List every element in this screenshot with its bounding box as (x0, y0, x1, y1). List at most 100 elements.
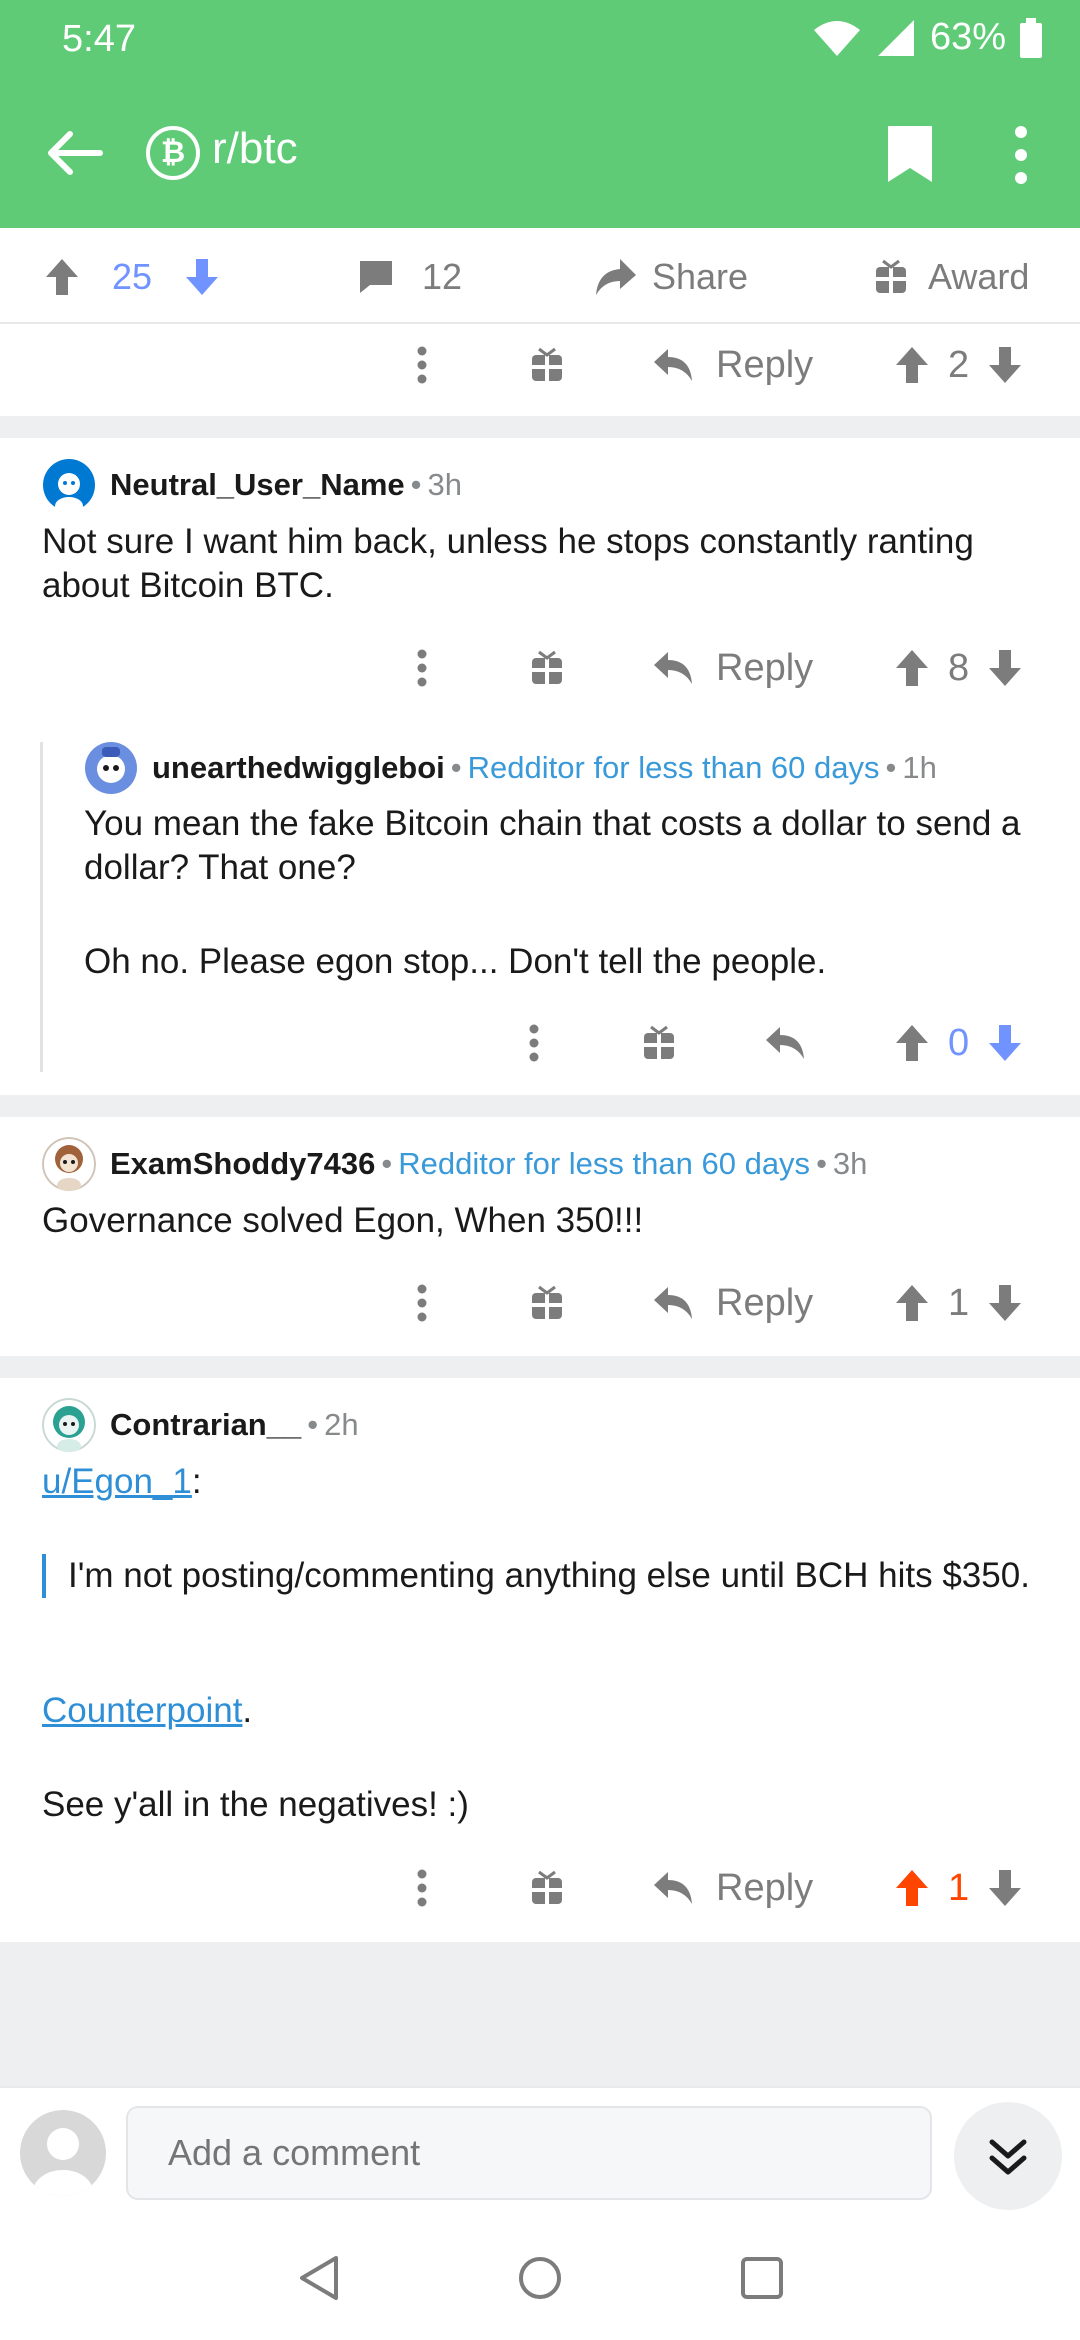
more-vert-icon (529, 1024, 539, 1062)
comment-actions: Reply 1 (0, 1273, 1080, 1333)
comment-award-button[interactable] (642, 1013, 676, 1073)
vote-control: 1 (894, 1858, 1023, 1918)
reply-icon (654, 349, 692, 381)
downvote-icon[interactable] (987, 1283, 1023, 1323)
comment-award-button[interactable] (530, 335, 564, 395)
gift-icon (532, 650, 562, 684)
comment-award-button[interactable] (530, 638, 564, 698)
downvote-icon[interactable] (184, 257, 220, 297)
comment-award-button[interactable] (530, 1858, 564, 1918)
comment-quote: I'm not posting/commenting anything else… (42, 1554, 1042, 1598)
reply-icon (654, 1287, 692, 1319)
comment-author[interactable]: Neutral_User_Name (110, 467, 405, 503)
downvote-icon[interactable] (987, 345, 1023, 385)
reply-button[interactable]: Reply (652, 1858, 813, 1918)
comment-more-button[interactable] (408, 335, 436, 395)
signal-icon (877, 19, 914, 56)
vote-control: 1 (894, 1273, 1023, 1333)
more-vert-icon (417, 346, 427, 384)
separator-dot: • (381, 1146, 393, 1181)
share-button[interactable]: Share (594, 252, 748, 302)
comment-actions: Reply 2 (0, 335, 1080, 395)
nav-back-icon[interactable] (296, 2254, 344, 2302)
comment-more-button[interactable] (408, 1273, 436, 1333)
comment-author[interactable]: unearthedwiggleboi (152, 750, 445, 786)
bookmark-icon[interactable] (884, 124, 936, 184)
jump-down-button[interactable] (954, 2102, 1062, 2210)
comment-more-button[interactable] (408, 1858, 436, 1918)
share-label: Share (652, 256, 749, 297)
upvote-icon[interactable] (894, 648, 930, 688)
award-label: Award (928, 256, 1030, 297)
downvote-icon[interactable] (987, 1868, 1023, 1908)
avatar-icon[interactable] (42, 1137, 96, 1191)
comment-body: Not sure I want him back, unless he stop… (42, 522, 974, 605)
double-chevron-down-icon (989, 2139, 1027, 2175)
comment-count: 12 (422, 256, 463, 297)
comment-body: You mean the fake Bitcoin chain that cos… (84, 804, 1021, 887)
top-bar: 5:47 63% ₿ r/btc (0, 0, 1080, 228)
comment-header: Neutral_User_Name • 3h (42, 458, 462, 512)
user-flair: Redditor for less than 60 days (467, 750, 880, 785)
avatar-icon[interactable] (42, 458, 96, 512)
comment-time: 1h (902, 750, 937, 785)
bitcoin-icon[interactable]: ₿ (146, 126, 200, 180)
gift-icon (532, 1285, 562, 1319)
comment-more-button[interactable] (408, 638, 436, 698)
counterpoint-link[interactable]: Counterpoint (42, 1691, 242, 1730)
comment-body: Oh no. Please egon stop... Don't tell th… (84, 942, 827, 981)
comment-actions: Reply 8 (0, 638, 1080, 698)
back-arrow-icon[interactable] (40, 120, 106, 186)
reply-button[interactable] (764, 1013, 806, 1073)
separator-dot: • (816, 1146, 827, 1181)
app-bar: ₿ r/btc (0, 80, 1080, 228)
avatar-icon[interactable] (20, 2110, 106, 2196)
reply-button[interactable]: Reply (652, 638, 813, 698)
nav-recents-icon[interactable] (738, 2254, 786, 2302)
status-icons: 63% (812, 16, 1042, 59)
comment-award-button[interactable] (530, 1273, 564, 1333)
downvote-icon[interactable] (987, 1023, 1023, 1063)
more-vert-icon[interactable] (1006, 124, 1036, 186)
more-vert-icon (417, 1869, 427, 1907)
vote-control: 2 (894, 335, 1023, 395)
comment-author[interactable]: ExamShoddy7436 (110, 1146, 375, 1182)
user-mention-link[interactable]: u/Egon_1 (42, 1462, 192, 1501)
comment-composer (0, 2086, 1080, 2216)
wifi-icon (813, 20, 860, 56)
award-button[interactable]: Award (874, 252, 1029, 302)
subreddit-name[interactable]: r/btc (212, 124, 298, 174)
comment-actions: Reply 1 (0, 1858, 1080, 1918)
gift-icon (532, 1870, 562, 1904)
separator-dot: • (410, 467, 422, 502)
comment-time: 2h (324, 1407, 359, 1442)
comment-body: Governance solved Egon, When 350!!! (42, 1201, 644, 1240)
comment-actions: 0 (0, 1013, 1080, 1073)
upvote-icon[interactable] (894, 345, 930, 385)
upvote-icon[interactable] (894, 1868, 930, 1908)
avatar-icon[interactable] (42, 1398, 96, 1452)
add-comment-input[interactable] (126, 2106, 932, 2200)
vote-control: 0 (894, 1013, 1023, 1073)
battery-icon (1020, 17, 1042, 58)
comment-author[interactable]: Contrarian__ (110, 1407, 301, 1443)
avatar-icon[interactable] (84, 741, 138, 795)
downvote-icon[interactable] (987, 648, 1023, 688)
comment-icon (360, 261, 392, 293)
upvote-icon[interactable] (894, 1023, 930, 1063)
upvote-icon[interactable] (44, 257, 80, 297)
separator-dot: • (450, 750, 462, 785)
comment-header: Contrarian__ • 2h (42, 1398, 359, 1452)
system-nav-bar (0, 2216, 1080, 2340)
separator-dot: • (885, 750, 897, 785)
separator-dot: • (307, 1407, 319, 1442)
nav-home-icon[interactable] (516, 2254, 564, 2302)
reply-button[interactable]: Reply (652, 335, 813, 395)
gift-icon (532, 347, 562, 381)
reply-button[interactable]: Reply (652, 1273, 813, 1333)
upvote-icon[interactable] (894, 1283, 930, 1323)
comment-more-button[interactable] (520, 1013, 548, 1073)
post-action-bar: 25 12 Share Award (0, 228, 1080, 324)
comments-button[interactable]: 12 (356, 252, 462, 302)
post-vote: 25 (44, 252, 220, 302)
